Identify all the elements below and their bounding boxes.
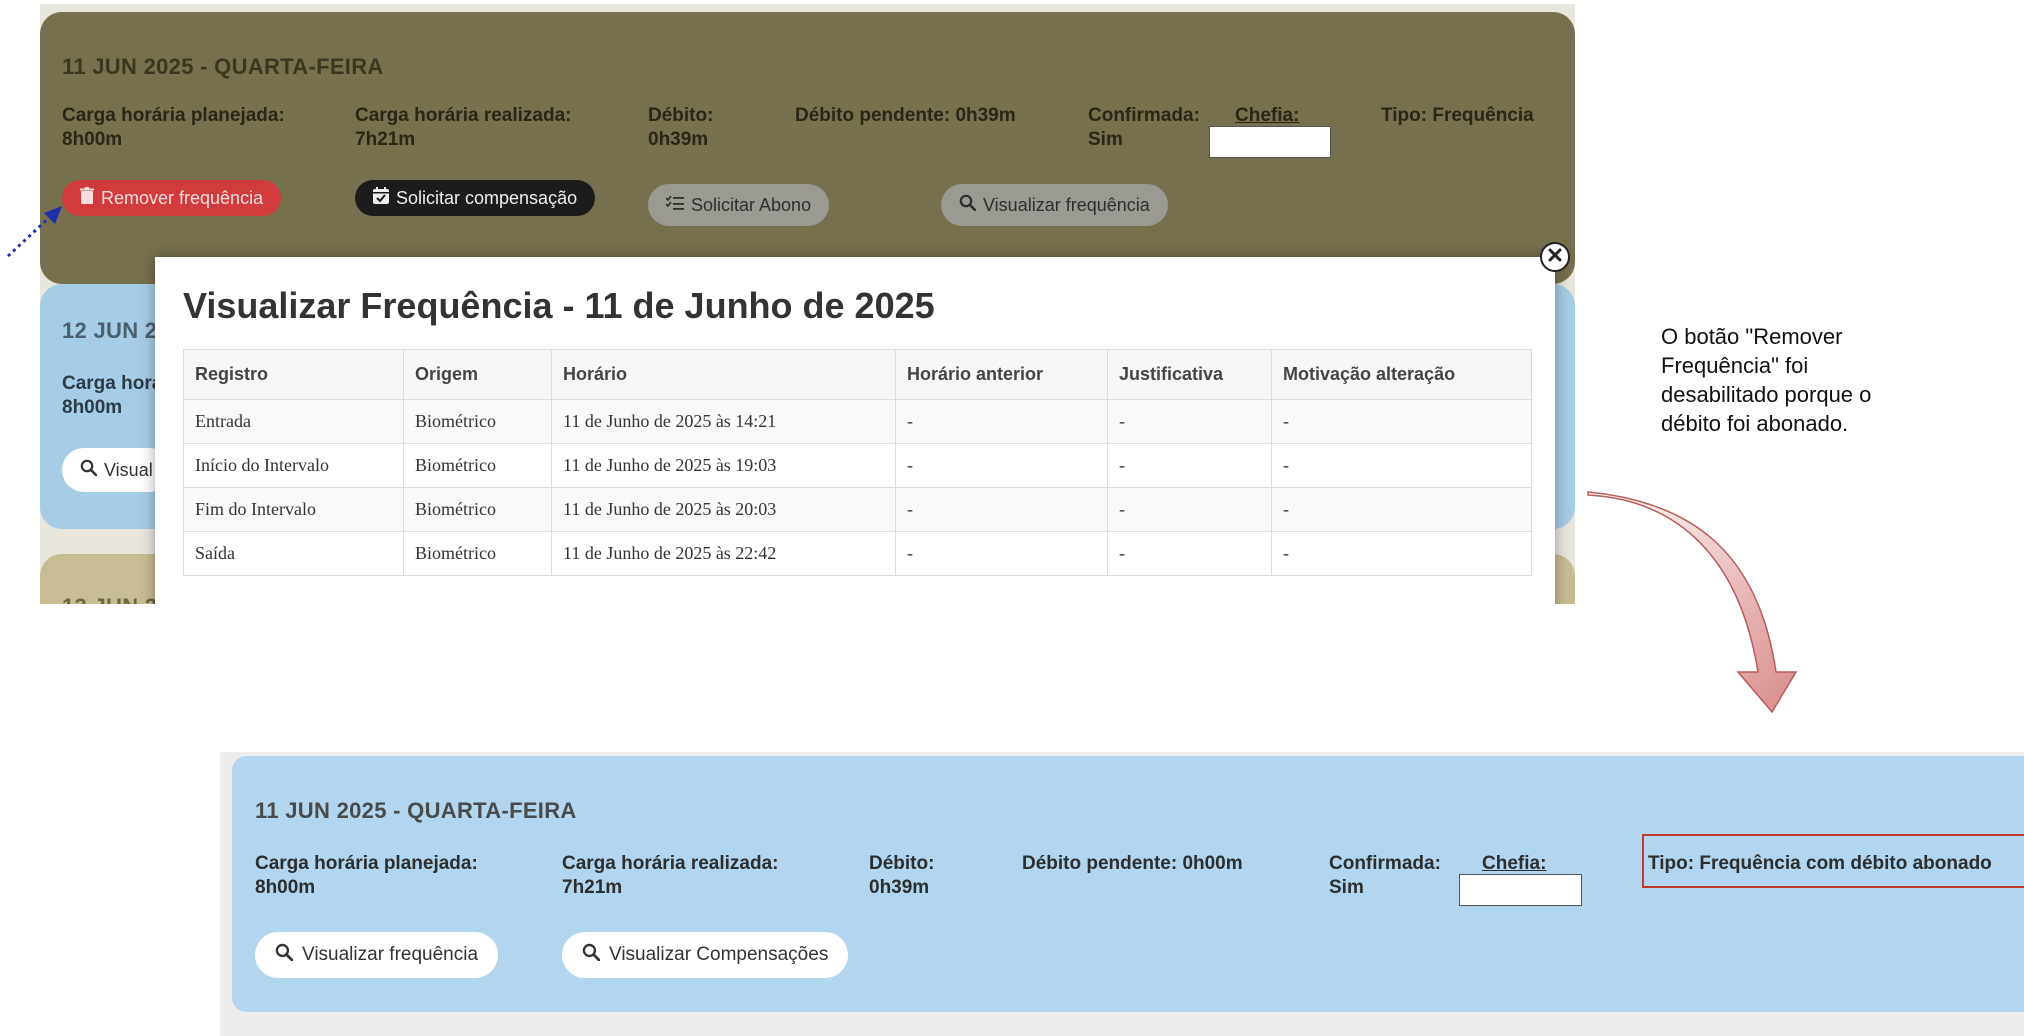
curved-arrow-icon	[1587, 491, 1798, 714]
arrows-overlay	[6, 206, 1798, 714]
pointer-arrow-icon	[6, 206, 62, 258]
